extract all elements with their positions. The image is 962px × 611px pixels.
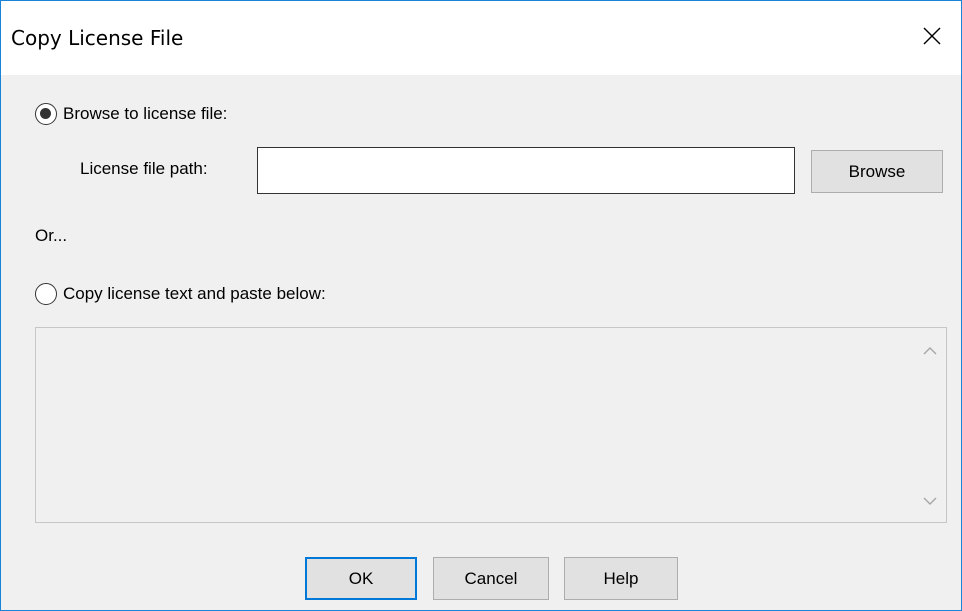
cancel-button[interactable]: Cancel (433, 557, 549, 600)
ok-button[interactable]: OK (305, 557, 417, 600)
license-path-label: License file path: (80, 159, 208, 178)
copy-license-dialog: Copy License File Browse to license file… (0, 0, 962, 611)
chevron-up-icon (922, 341, 938, 361)
paste-option-radio[interactable]: Copy license text and paste below: (35, 283, 326, 305)
license-path-input[interactable] (257, 147, 795, 194)
browse-option-label: Browse to license file: (63, 104, 228, 123)
browse-radio-button[interactable] (35, 103, 57, 125)
close-button[interactable] (903, 1, 961, 75)
dialog-title: Copy License File (11, 26, 184, 50)
paste-radio-button[interactable] (35, 283, 57, 305)
paste-option-label: Copy license text and paste below: (63, 284, 326, 303)
or-text: Or... (35, 226, 68, 245)
title-bar[interactable]: Copy License File (1, 1, 961, 75)
scroll-down-button[interactable] (913, 486, 946, 516)
close-icon (922, 26, 942, 51)
help-button[interactable]: Help (564, 557, 678, 600)
browse-option-radio[interactable]: Browse to license file: (35, 103, 227, 125)
scroll-up-button[interactable] (913, 336, 946, 366)
vertical-scrollbar[interactable] (913, 328, 946, 522)
browse-button[interactable]: Browse (811, 150, 943, 193)
license-text-area[interactable] (35, 327, 947, 523)
chevron-down-icon (922, 491, 938, 511)
